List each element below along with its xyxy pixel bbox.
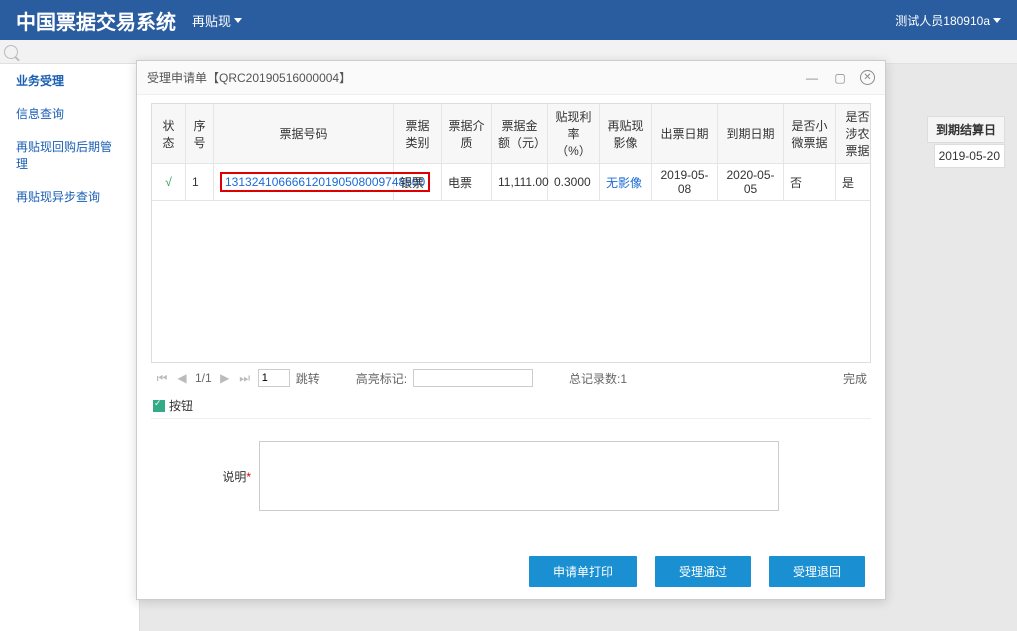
print-button[interactable]: 申请单打印 — [529, 556, 637, 587]
search-icon[interactable] — [4, 45, 18, 59]
pager-status: 完成 — [843, 370, 867, 387]
accept-pass-button[interactable]: 受理通过 — [655, 556, 751, 587]
cell-rate: 0.3000 — [548, 164, 600, 201]
col-media: 票据介质 — [442, 104, 492, 164]
app-title: 中国票据交易系统 — [16, 6, 176, 35]
page-info: 1/1 — [195, 371, 212, 385]
cell-date2: 2020-05-05 — [718, 164, 784, 201]
dialog-footer: 申请单打印 受理通过 受理退回 — [137, 544, 885, 599]
accept-dialog: 受理申请单【QRC20190516000004】 — ▢ ✕ 状态 序号 票据号… — [136, 60, 886, 600]
sidebar-item-info-query[interactable]: 信息查询 — [0, 97, 139, 130]
cell-seq: 1 — [186, 164, 214, 201]
sidebar: 业务受理 信息查询 再贴现回购后期管理 再贴现异步查询 — [0, 64, 140, 631]
bg-col-header: 到期结算日 — [927, 116, 1005, 143]
sidebar-item-async-query[interactable]: 再贴现异步查询 — [0, 180, 139, 213]
table-row[interactable]: √ 1 131324106666120190508009748500 银票 电票… — [152, 164, 871, 201]
highlight-input[interactable] — [413, 369, 533, 387]
col-date1: 出票日期 — [652, 104, 718, 164]
caret-down-icon — [234, 18, 242, 23]
section-check-icon[interactable] — [153, 400, 165, 412]
jump-label[interactable]: 跳转 — [296, 370, 320, 387]
total-records: 总记录数:1 — [569, 370, 627, 387]
pager-first-icon[interactable]: ⏮ — [155, 371, 169, 386]
caret-down-icon — [993, 18, 1001, 23]
section-buttons: 按钮 — [151, 393, 871, 419]
pager-last-icon[interactable]: ⏭ — [238, 371, 252, 386]
bg-cell-value: 2019-05-20 — [934, 144, 1005, 168]
dialog-header: 受理申请单【QRC20190516000004】 — ▢ ✕ — [137, 61, 885, 95]
header-left: 中国票据交易系统 再贴现 — [16, 6, 242, 35]
minimize-icon[interactable]: — — [804, 70, 820, 86]
note-label: 说明* — [201, 468, 251, 485]
table-header-row: 状态 序号 票据号码 票据类别 票据介质 票据金额（元） 贴现利率（%） 再贴现… — [152, 104, 871, 164]
form-row-note: 说明* — [201, 441, 871, 511]
cell-media: 电票 — [442, 164, 492, 201]
col-last: 是否涉农票据 — [836, 104, 871, 164]
col-amt: 票据金额（元） — [492, 104, 548, 164]
cell-last: 是 — [836, 164, 871, 201]
col-img: 再贴现影像 — [600, 104, 652, 164]
col-seq: 序号 — [186, 104, 214, 164]
page-input[interactable] — [258, 369, 290, 387]
cell-amt: 11,111.00 — [492, 164, 548, 201]
dialog-body: 状态 序号 票据号码 票据类别 票据介质 票据金额（元） 贴现利率（%） 再贴现… — [137, 95, 885, 544]
cell-billno: 131324106666120190508009748500 — [214, 164, 394, 201]
highlight-label: 高亮标记: — [356, 370, 407, 387]
image-link[interactable]: 无影像 — [606, 174, 642, 191]
sidebar-item-business[interactable]: 业务受理 — [0, 64, 139, 97]
dialog-title: 受理申请单【QRC20190516000004】 — [147, 69, 351, 86]
pager-next-icon[interactable]: ▶ — [218, 371, 232, 385]
col-cat: 票据类别 — [394, 104, 442, 164]
header-submenu-label: 再贴现 — [192, 11, 231, 30]
cell-cat: 银票 — [394, 164, 442, 201]
app-header: 中国票据交易系统 再贴现 测试人员180910a — [0, 0, 1017, 40]
col-status: 状态 — [152, 104, 186, 164]
col-date2: 到期日期 — [718, 104, 784, 164]
bill-table[interactable]: 状态 序号 票据号码 票据类别 票据介质 票据金额（元） 贴现利率（%） 再贴现… — [151, 103, 871, 363]
close-icon[interactable]: ✕ — [860, 70, 875, 85]
header-submenu[interactable]: 再贴现 — [192, 11, 242, 30]
note-textarea[interactable] — [259, 441, 779, 511]
cell-img: 无影像 — [600, 164, 652, 201]
pager: ⏮ ◀ 1/1 ▶ ⏭ 跳转 高亮标记: 总记录数:1 完成 — [151, 363, 871, 393]
accept-reject-button[interactable]: 受理退回 — [769, 556, 865, 587]
cell-status: √ — [152, 164, 186, 201]
dialog-controls: — ▢ ✕ — [804, 70, 875, 86]
col-rate: 贴现利率（%） — [548, 104, 600, 164]
col-small: 是否小微票据 — [784, 104, 836, 164]
user-menu[interactable]: 测试人员180910a — [895, 12, 1001, 29]
user-label: 测试人员180910a — [895, 12, 990, 29]
col-billno: 票据号码 — [214, 104, 394, 164]
pager-prev-icon[interactable]: ◀ — [175, 371, 189, 385]
sidebar-item-repurchase[interactable]: 再贴现回购后期管理 — [0, 130, 139, 180]
cell-small: 否 — [784, 164, 836, 201]
cell-date1: 2019-05-08 — [652, 164, 718, 201]
section-buttons-label: 按钮 — [169, 397, 193, 414]
maximize-icon[interactable]: ▢ — [832, 70, 848, 86]
